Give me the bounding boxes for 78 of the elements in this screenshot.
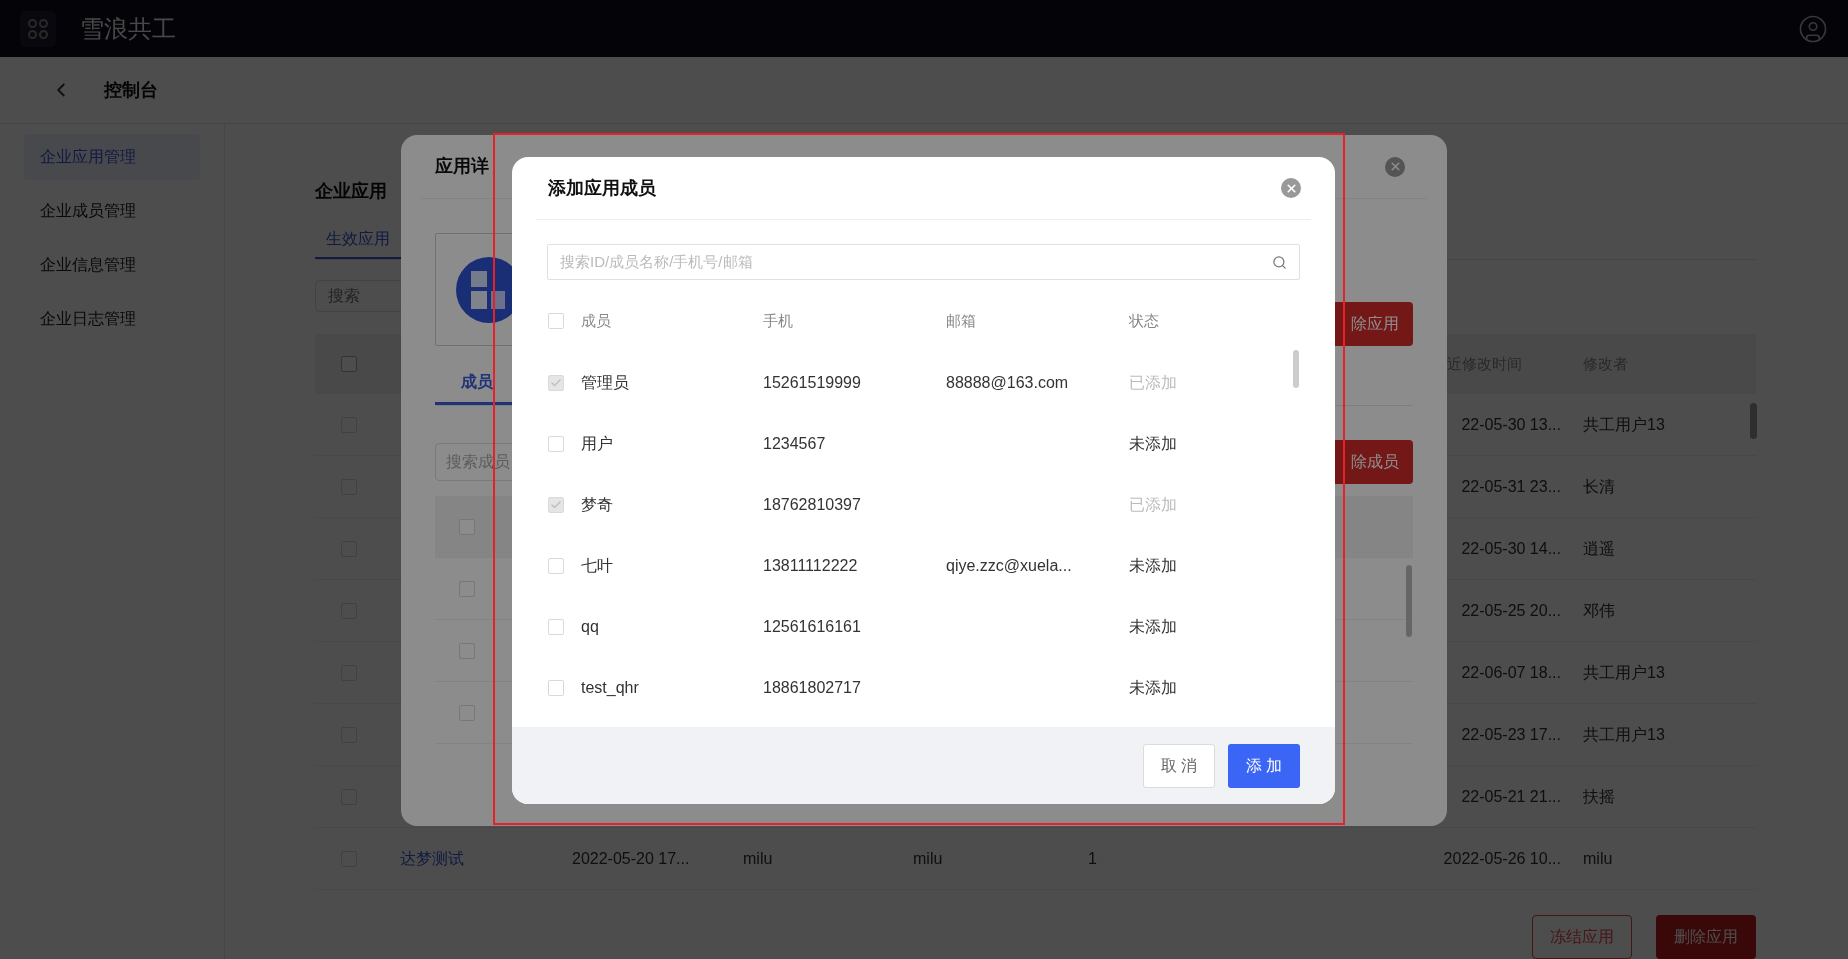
table-cell-text: milu — [742, 848, 773, 869]
member-status: 未添加 — [1129, 677, 1177, 698]
table-cell-text: milu — [1583, 848, 1613, 869]
checkbox[interactable] — [548, 313, 564, 329]
phone-number: 15261519999 — [763, 372, 861, 393]
table-cell-text: 22-05-23 17... — [1461, 724, 1562, 745]
table-cell-text: 22-06-07 18... — [1461, 662, 1562, 683]
dialog-title: 添加应用成员 — [548, 176, 656, 200]
member-name: 七叶 — [581, 555, 613, 576]
checkbox[interactable] — [548, 557, 564, 574]
check-icon — [550, 498, 562, 511]
close-icon — [1284, 181, 1298, 195]
checkbox[interactable] — [548, 679, 564, 696]
table-cell-text: 22-05-30 14... — [1461, 538, 1562, 559]
search-field[interactable]: 搜索ID/成员名称/手机号/邮箱 — [547, 244, 1300, 280]
checkbox[interactable] — [548, 496, 564, 513]
close-icon — [1388, 160, 1402, 173]
close-button[interactable] — [1385, 156, 1405, 177]
table-cell-text: 共工用户13 — [1583, 662, 1665, 683]
dialog-button[interactable]: 添 加 — [1228, 743, 1300, 788]
member-status: 未添加 — [1129, 616, 1177, 637]
page-title: 控制台 — [104, 78, 158, 102]
member-status: 已添加 — [1129, 494, 1177, 515]
email-address: qiye.zzc@xuela... — [946, 555, 1072, 576]
table-cell-text: 1 — [1087, 848, 1097, 869]
phone-number: 18861802717 — [763, 677, 861, 698]
table-cell-text: 逍遥 — [1583, 538, 1615, 559]
app-title: 雪浪共工 — [80, 13, 176, 44]
scrollbar-thumb[interactable] — [1406, 565, 1412, 637]
phone-number: 18762810397 — [763, 494, 861, 515]
checkbox[interactable] — [548, 374, 564, 391]
check-icon — [550, 376, 562, 389]
member-name: test_qhr — [581, 677, 639, 698]
checkbox[interactable] — [548, 435, 564, 452]
column-header: 手机 — [763, 310, 793, 331]
table-cell-text: milu — [912, 848, 943, 869]
dialog-button[interactable]: 取 消 — [1143, 743, 1215, 788]
table-cell-text: 扶摇 — [1583, 786, 1615, 807]
member-name: qq — [581, 616, 599, 637]
app-grid-icon[interactable] — [20, 10, 56, 47]
table-cell-text: 22-05-30 13... — [1461, 414, 1562, 435]
action-button[interactable]: 删除应用 — [1656, 915, 1756, 959]
phone-number: 1234567 — [763, 433, 826, 454]
checkbox[interactable] — [341, 356, 357, 372]
app-link[interactable]: 达梦测试 — [385, 846, 464, 871]
email-address: 88888@163.com — [946, 372, 1069, 393]
table-cell-text: 邓伟 — [1583, 600, 1615, 621]
member-status: 未添加 — [1129, 555, 1177, 576]
member-status: 已添加 — [1129, 372, 1177, 393]
user-avatar-icon[interactable] — [1798, 13, 1828, 44]
sidebar-item[interactable]: 企业成员管理 — [24, 188, 200, 234]
close-button[interactable] — [1281, 178, 1301, 198]
checkbox[interactable] — [548, 618, 564, 635]
sidebar-item[interactable]: 企业日志管理 — [24, 296, 200, 342]
table-cell-text: 22-05-31 23... — [1461, 476, 1562, 497]
table-cell-text: 长清 — [1583, 476, 1615, 497]
table-cell-text: 2022-05-26 10... — [1443, 848, 1562, 869]
scrollbar-thumb[interactable] — [1293, 350, 1299, 388]
column-header: 状态 — [1129, 310, 1159, 331]
dialog-title: 应用详 — [435, 155, 489, 178]
column-header: 邮箱 — [946, 310, 976, 331]
scrollbar-thumb[interactable] — [1750, 403, 1757, 439]
table-cell-text: 共工用户13 — [1583, 414, 1665, 435]
table-cell-text: 22-05-21 21... — [1461, 786, 1562, 807]
search-icon — [1272, 254, 1287, 270]
sidebar-item[interactable]: 企业信息管理 — [24, 242, 200, 288]
table-cell-text: 22-05-25 20... — [1461, 600, 1562, 621]
member-name: 管理员 — [581, 372, 629, 393]
table-cell-text: 2022-05-20 17... — [571, 848, 690, 869]
section-title: 企业应用 — [315, 180, 387, 203]
member-name: 梦奇 — [581, 494, 613, 515]
member-status: 未添加 — [1129, 433, 1177, 454]
table-cell-text: 共工用户13 — [1583, 724, 1665, 745]
phone-number: 13811112222 — [763, 555, 858, 576]
phone-number: 12561616161 — [763, 616, 861, 637]
member-name: 用户 — [581, 433, 613, 454]
search-placeholder: 搜索ID/成员名称/手机号/邮箱 — [560, 251, 753, 272]
column-header: 成员 — [581, 310, 611, 331]
